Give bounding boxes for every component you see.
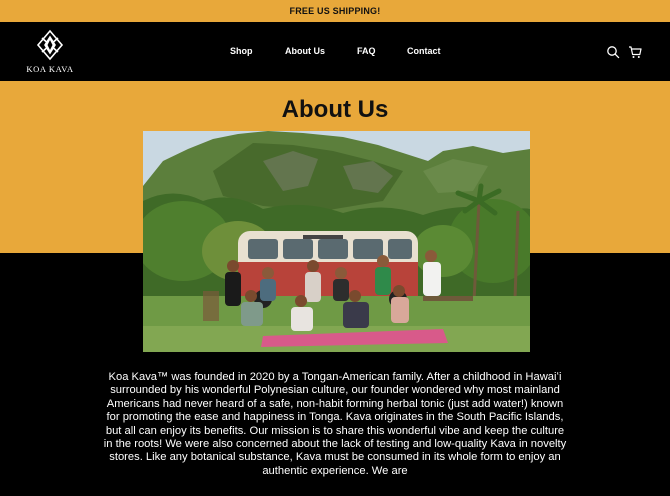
cart-icon[interactable] [628,45,642,59]
nav-shop[interactable]: Shop [230,46,253,56]
team-photo-illustration [143,131,530,352]
page-title: About Us [281,96,389,123]
main-nav: Shop About Us FAQ Contact [0,46,670,60]
announcement-text: FREE US SHIPPING! [289,6,381,16]
search-icon[interactable] [606,45,620,59]
nav-contact[interactable]: Contact [407,46,441,56]
team-photo [143,131,530,352]
about-body-text: Koa Kava™ was founded in 2020 by a Tonga… [103,371,567,477]
site-header: KOA KAVA Shop About Us FAQ Contact [0,22,670,81]
nav-faq[interactable]: FAQ [357,46,376,56]
nav-about-us[interactable]: About Us [285,46,325,56]
announcement-bar: FREE US SHIPPING! [0,0,670,22]
brand-name: KOA KAVA [26,64,74,74]
